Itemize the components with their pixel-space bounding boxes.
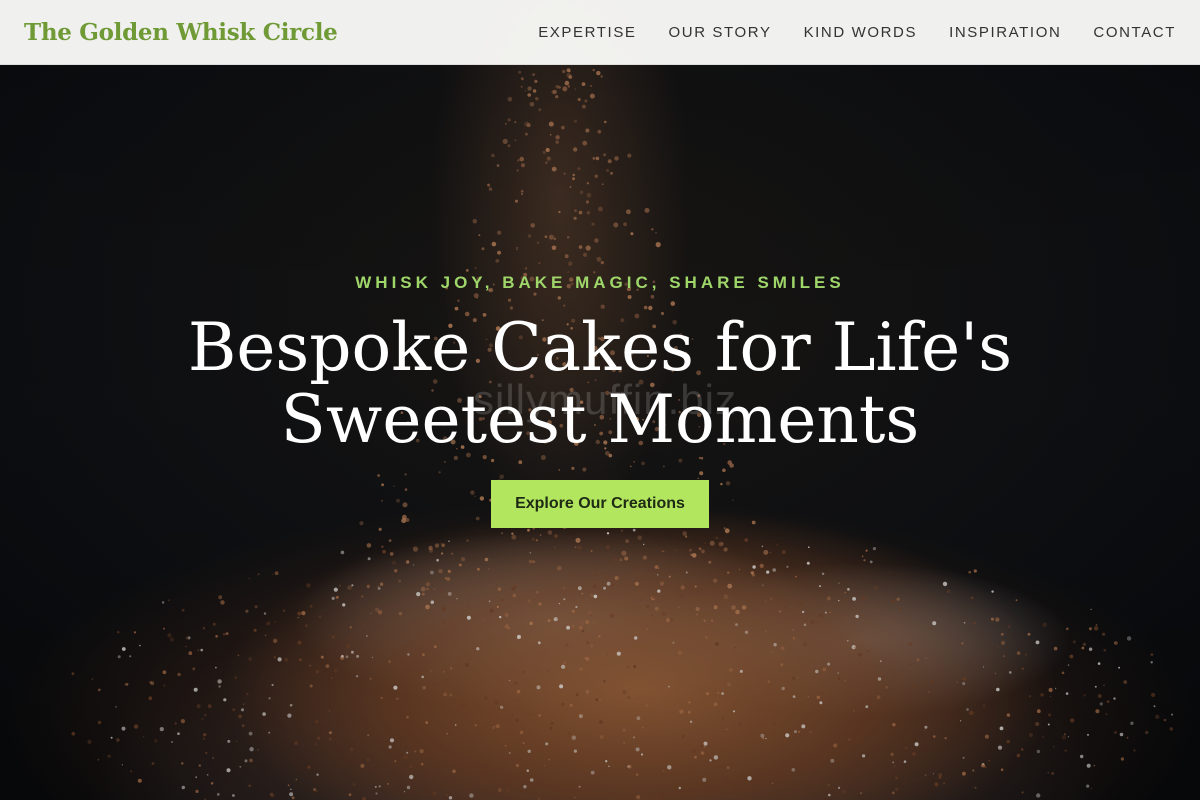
explore-creations-button[interactable]: Explore Our Creations [491, 480, 709, 528]
hero-tagline: WHISK JOY, BAKE MAGIC, SHARE SMILES [355, 273, 845, 292]
hero-headline-line-1: Bespoke Cakes for Life's [187, 309, 1013, 386]
watermark-text: sillymuffin.biz [473, 376, 737, 423]
hero-section: WHISK JOY, BAKE MAGIC, SHARE SMILES Besp… [0, 0, 1200, 800]
